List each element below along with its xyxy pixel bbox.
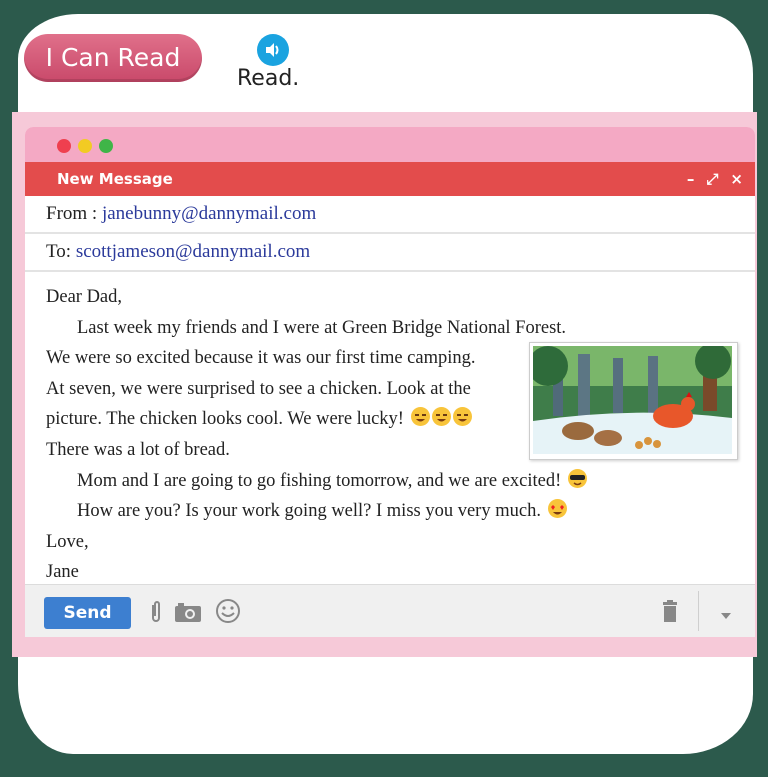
to-address: scottjameson@dannymail.com bbox=[75, 241, 311, 262]
window-titlebar bbox=[25, 127, 755, 162]
toolbar-divider bbox=[698, 591, 700, 636]
maximize-dot-icon[interactable] bbox=[99, 139, 113, 153]
minimize-dot-icon[interactable] bbox=[78, 139, 92, 153]
i-can-read-badge: I Can Read bbox=[24, 34, 202, 82]
laughing-emoji-icon bbox=[410, 407, 430, 427]
to-field[interactable]: To: scottjameson@dannymail.com bbox=[25, 234, 755, 272]
paperclip-icon[interactable] bbox=[149, 599, 163, 630]
body-line: Last week my friends and I were at Green… bbox=[77, 317, 567, 338]
message-body[interactable]: Dear Dad, Last week my friends and I wer… bbox=[25, 272, 755, 590]
from-field[interactable]: From : janebunny@dannymail.com bbox=[25, 196, 755, 234]
to-label: To: bbox=[46, 241, 72, 262]
sunglasses-emoji-icon bbox=[567, 468, 587, 488]
body-line-with-emoji: Mom and I are going to go fishing tomorr… bbox=[46, 466, 755, 497]
email-window: New Message – ⤢ × From : janebunny@danny… bbox=[25, 127, 755, 637]
compose-toolbar: Send bbox=[25, 584, 755, 637]
expand-icon[interactable]: ⤢ bbox=[706, 162, 718, 196]
dropdown-arrow-icon[interactable] bbox=[720, 607, 732, 625]
trash-icon[interactable] bbox=[662, 600, 678, 627]
from-address: janebunny@dannymail.com bbox=[101, 203, 317, 224]
compose-header: New Message – ⤢ × bbox=[25, 162, 755, 196]
smiley-icon[interactable] bbox=[215, 598, 241, 629]
compose-title: New Message bbox=[57, 170, 173, 188]
closing: Love, bbox=[46, 531, 89, 552]
laughing-emoji-icon bbox=[431, 407, 451, 427]
close-dot-icon[interactable] bbox=[57, 139, 71, 153]
body-line-with-emoji: How are you? Is your work going well? I … bbox=[46, 496, 755, 527]
camera-icon[interactable] bbox=[174, 601, 202, 628]
close-icon[interactable]: × bbox=[730, 162, 743, 196]
send-button[interactable]: Send bbox=[44, 597, 131, 629]
heart-eyes-emoji-icon bbox=[547, 499, 567, 519]
greeting: Dear Dad, bbox=[46, 287, 123, 307]
camping-photo bbox=[529, 342, 738, 460]
minimize-icon[interactable]: – bbox=[687, 162, 695, 196]
read-instruction: Read. bbox=[237, 66, 300, 91]
from-label: From : bbox=[46, 203, 98, 224]
speaker-icon[interactable] bbox=[257, 34, 289, 66]
laughing-emoji-icon bbox=[452, 407, 472, 427]
